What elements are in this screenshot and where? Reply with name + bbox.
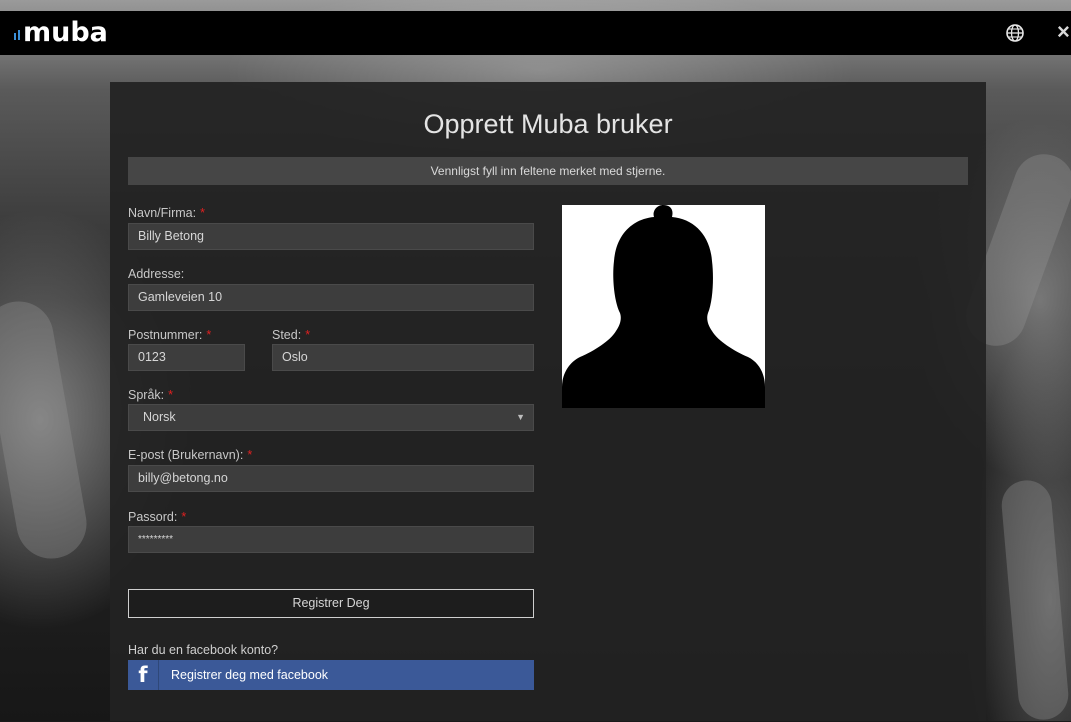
required-mark: * xyxy=(305,328,311,342)
top-bar: muba × xyxy=(0,11,1071,55)
profile-picture[interactable] xyxy=(562,205,765,408)
password-input[interactable]: ********* xyxy=(128,526,534,553)
globe-icon[interactable] xyxy=(1005,23,1025,43)
chevron-down-icon: ▼ xyxy=(516,412,525,422)
language-select[interactable]: Norsk ▼ xyxy=(128,404,534,431)
required-notice: Vennligst fyll inn feltene merket med st… xyxy=(128,157,968,185)
email-input[interactable]: billy@betong.no xyxy=(128,465,534,492)
address-label: Addresse: xyxy=(128,267,185,281)
facebook-button-label: Registrer deg med facebook xyxy=(171,668,329,682)
close-icon[interactable]: × xyxy=(1057,20,1070,44)
postal-label: Postnummer: * xyxy=(128,328,212,342)
required-mark: * xyxy=(206,328,212,342)
email-label: E-post (Brukernavn): * xyxy=(128,448,253,462)
facebook-question: Har du en facebook konto? xyxy=(128,643,279,657)
language-label: Språk: * xyxy=(128,388,174,402)
city-label: Sted: * xyxy=(272,328,311,342)
facebook-icon: f xyxy=(128,660,159,690)
register-button[interactable]: Registrer Deg xyxy=(128,589,534,618)
language-select-value: Norsk xyxy=(143,410,176,424)
required-mark: * xyxy=(200,206,205,220)
logo-text: muba xyxy=(23,17,108,48)
required-mark: * xyxy=(247,448,253,462)
name-input[interactable]: Billy Betong xyxy=(128,223,534,250)
required-mark: * xyxy=(168,388,174,402)
muba-logo[interactable]: muba xyxy=(14,19,108,47)
page-title: Opprett Muba bruker xyxy=(423,109,673,139)
address-input[interactable]: Gamleveien 10 xyxy=(128,284,534,311)
avatar-silhouette-icon xyxy=(562,205,765,408)
register-panel: Opprett Muba bruker Vennligst fyll inn f… xyxy=(110,82,986,721)
postal-input[interactable]: 0123 xyxy=(128,344,245,371)
required-mark: * xyxy=(181,510,187,524)
facebook-register-button[interactable]: f Registrer deg med facebook xyxy=(128,660,534,690)
password-label: Passord: * xyxy=(128,510,187,524)
name-label: Navn/Firma: * xyxy=(128,206,205,220)
city-input[interactable]: Oslo xyxy=(272,344,534,371)
logo-bars-icon xyxy=(14,26,20,40)
